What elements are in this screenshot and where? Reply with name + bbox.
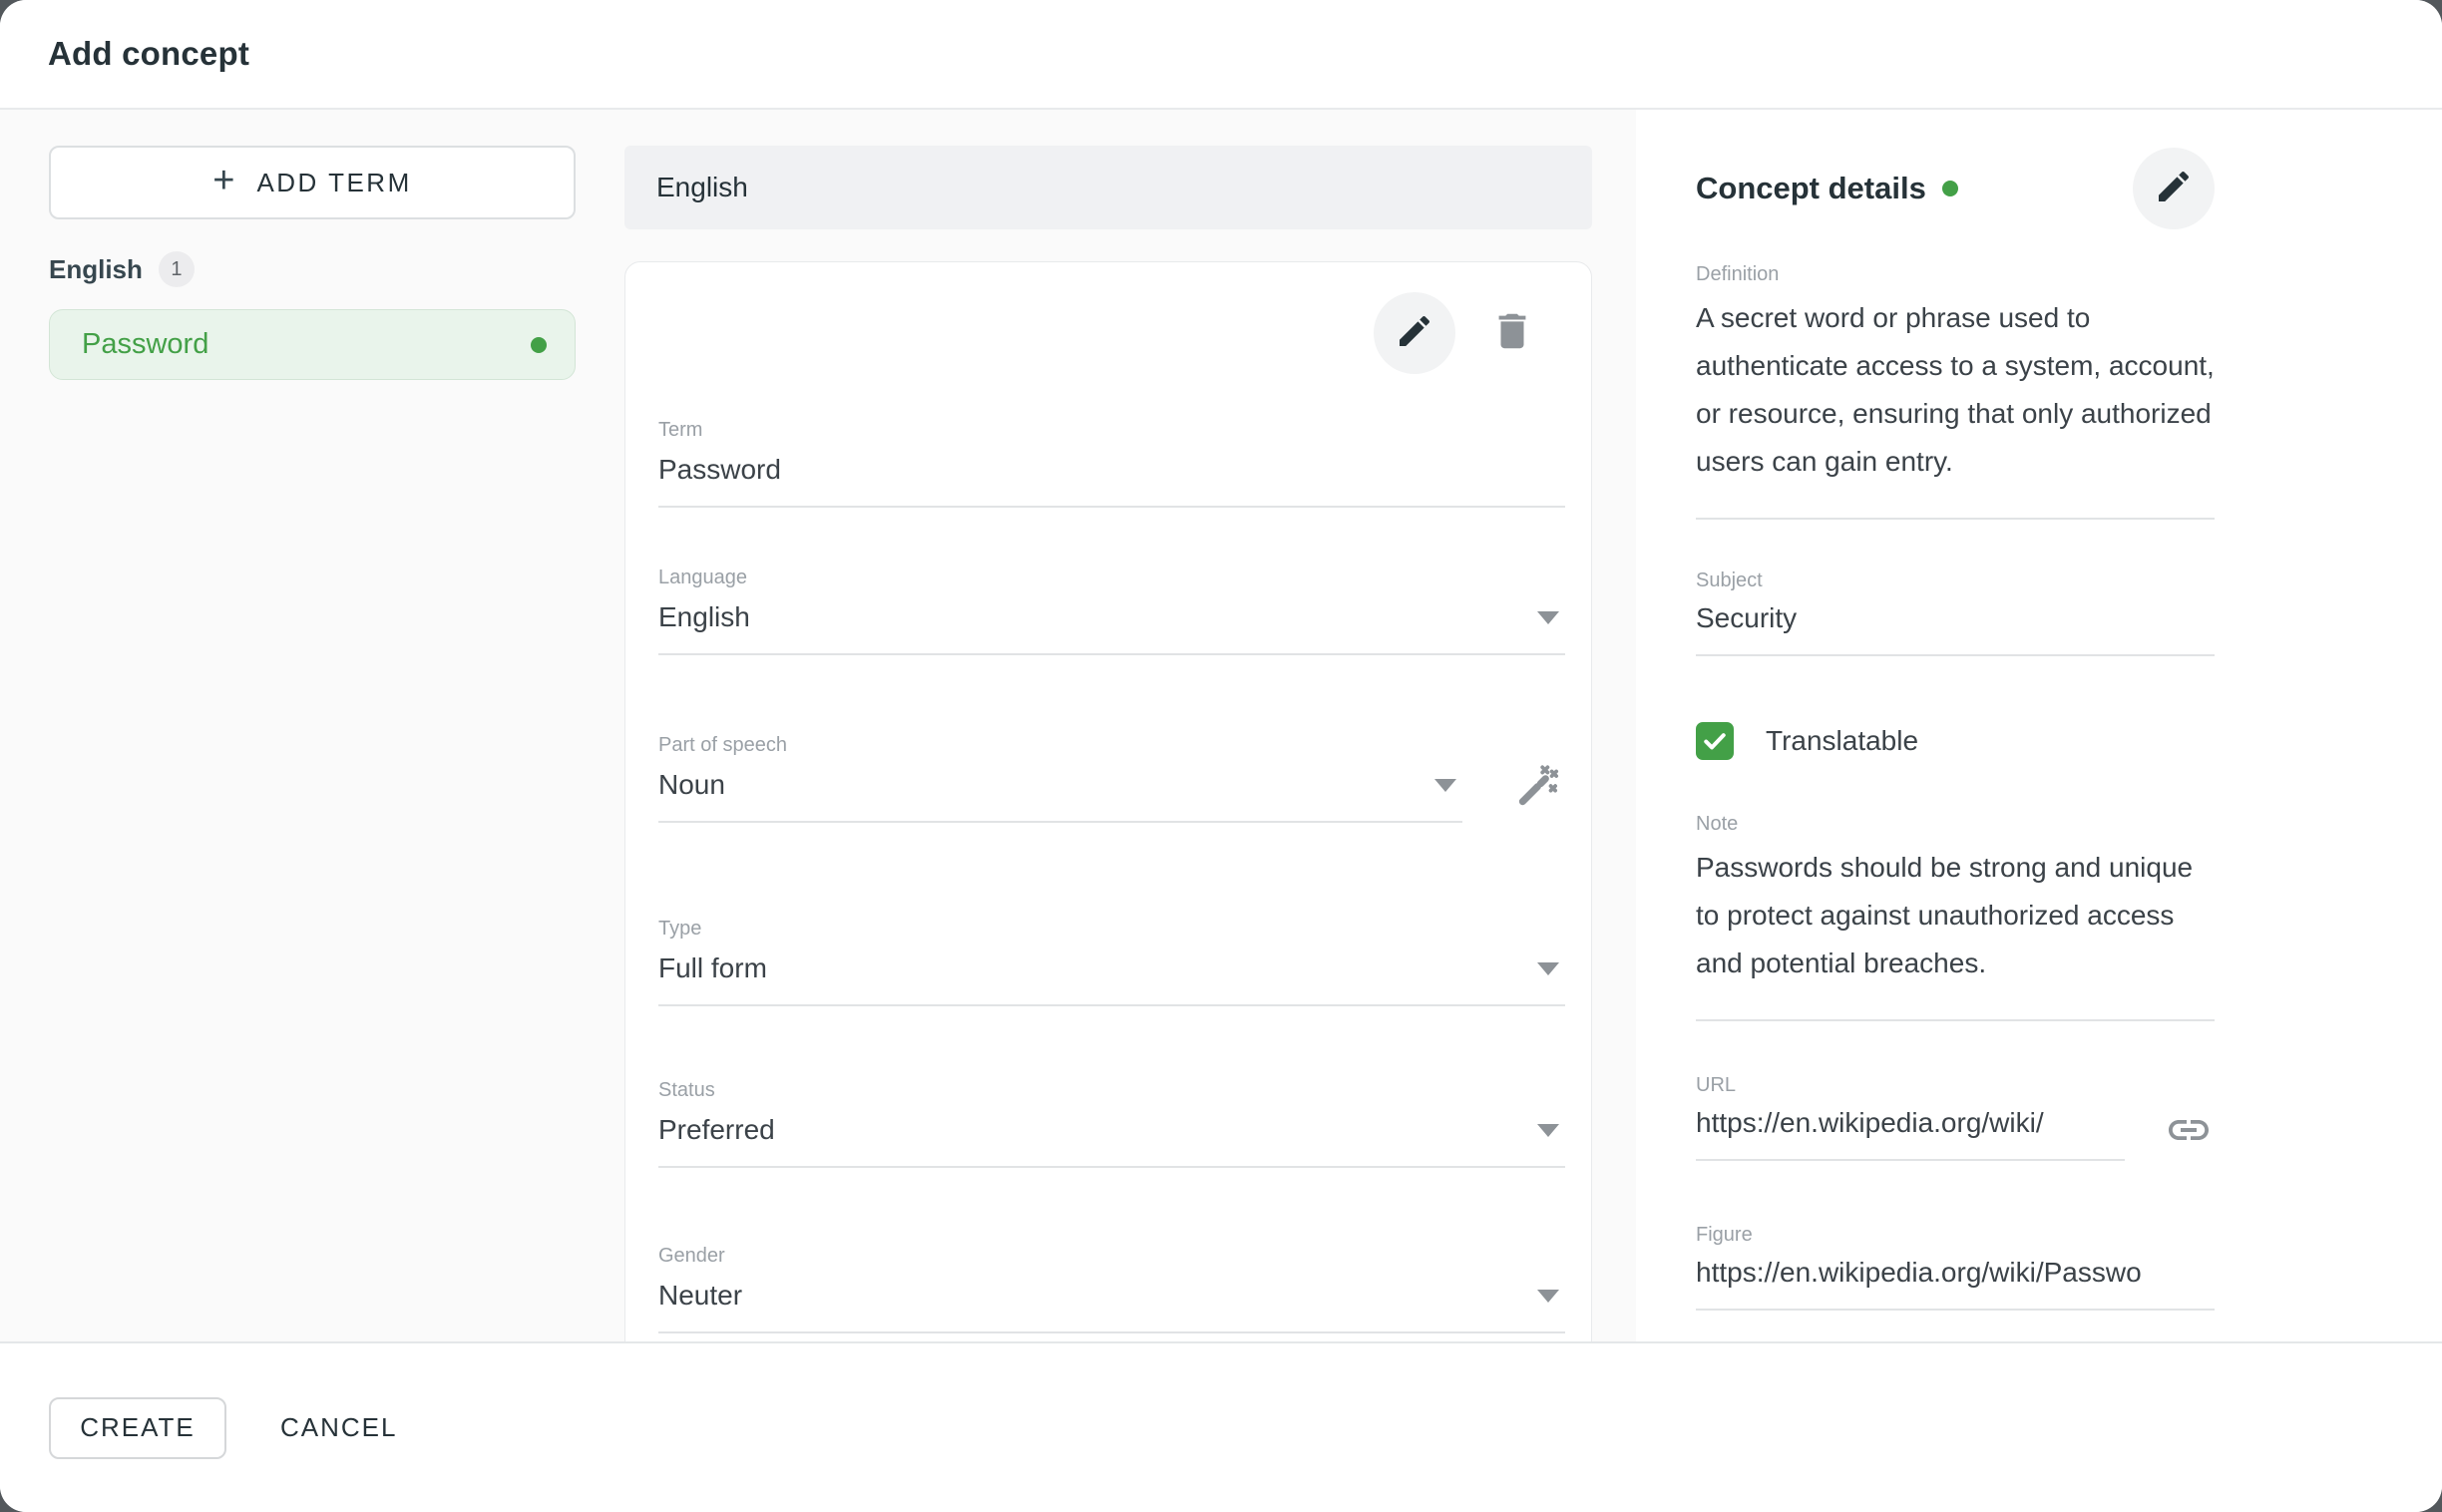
type-select-label: Type xyxy=(658,917,1565,941)
translatable-checkbox[interactable] xyxy=(1696,722,1734,760)
pencil-icon xyxy=(1395,311,1434,356)
concept-details-panel: Concept details Definition A secret word… xyxy=(1636,110,2442,1341)
add-term-button[interactable]: + ADD TERM xyxy=(49,146,576,219)
term-list-item-label: Password xyxy=(82,328,208,361)
status-select-label: Status xyxy=(658,1078,1565,1102)
type-select-value: Full form xyxy=(658,950,767,986)
figure-field[interactable]: Figure https://en.wikipedia.org/wiki/Pas… xyxy=(1696,1223,2215,1311)
language-group-header: English 1 xyxy=(49,251,576,287)
type-select[interactable]: Type Full form xyxy=(658,917,1565,1006)
note-value[interactable]: Passwords should be strong and unique to… xyxy=(1696,844,2215,1001)
definition-field[interactable]: Definition A secret word or phrase used … xyxy=(1696,262,2215,520)
status-select[interactable]: Status Preferred xyxy=(658,1078,1565,1168)
term-language-band: English xyxy=(624,146,1592,229)
term-card-actions xyxy=(658,292,1591,374)
language-select[interactable]: Language English xyxy=(658,566,1565,655)
term-card: Term Password Language English Part of s… xyxy=(624,261,1592,1341)
magic-wand-icon xyxy=(1512,797,1562,814)
dialog-header: Add concept xyxy=(0,0,2442,110)
plus-icon: + xyxy=(212,162,234,199)
chevron-down-icon[interactable] xyxy=(1434,779,1456,792)
translatable-label: Translatable xyxy=(1766,725,1918,757)
delete-term-button[interactable] xyxy=(1489,310,1535,356)
figure-value[interactable]: https://en.wikipedia.org/wiki/Passwo xyxy=(1696,1255,2215,1291)
add-concept-dialog: Add concept + ADD TERM English 1 Passwor… xyxy=(0,0,2442,1512)
check-icon xyxy=(1701,727,1729,755)
dialog-body: + ADD TERM English 1 Password English xyxy=(0,110,2442,1341)
url-row: URL https://en.wikipedia.org/wiki/ xyxy=(1696,1073,2442,1161)
term-list-item[interactable]: Password xyxy=(49,309,576,380)
gender-select[interactable]: Gender Neuter xyxy=(658,1244,1565,1333)
definition-value[interactable]: A secret word or phrase used to authenti… xyxy=(1696,294,2215,500)
pencil-icon xyxy=(2154,167,2194,211)
url-label: URL xyxy=(1696,1073,2125,1097)
auto-fix-button[interactable] xyxy=(1512,760,1562,815)
concept-details-header: Concept details xyxy=(1696,148,2215,229)
url-value[interactable]: https://en.wikipedia.org/wiki/ xyxy=(1696,1105,2125,1141)
create-button[interactable]: CREATE xyxy=(49,1397,226,1459)
concept-details-title: Concept details xyxy=(1696,171,1926,206)
language-group-name: English xyxy=(49,254,143,285)
term-list-panel: + ADD TERM English 1 Password xyxy=(0,110,611,1341)
gender-select-label: Gender xyxy=(658,1244,1565,1268)
chevron-down-icon[interactable] xyxy=(1537,1124,1559,1137)
subject-value[interactable]: Security xyxy=(1696,600,2215,636)
part-of-speech-row: Part of speech Noun xyxy=(658,733,1591,823)
language-select-value: English xyxy=(658,599,750,635)
open-link-button[interactable] xyxy=(2165,1106,2213,1159)
chevron-down-icon[interactable] xyxy=(1537,1290,1559,1303)
part-of-speech-label: Part of speech xyxy=(658,733,1462,757)
gender-select-value: Neuter xyxy=(658,1278,742,1314)
term-field[interactable]: Term Password xyxy=(658,418,1565,508)
page-title: Add concept xyxy=(48,35,249,73)
status-dot-icon xyxy=(1942,181,1958,196)
dialog-footer: CREATE CANCEL xyxy=(0,1341,2442,1512)
part-of-speech-select[interactable]: Part of speech Noun xyxy=(658,733,1462,823)
language-select-label: Language xyxy=(658,566,1565,589)
edit-concept-button[interactable] xyxy=(2133,148,2215,229)
url-field[interactable]: URL https://en.wikipedia.org/wiki/ xyxy=(1696,1073,2125,1161)
term-field-value[interactable]: Password xyxy=(658,452,781,488)
term-field-label: Term xyxy=(658,418,1565,442)
translatable-row: Translatable xyxy=(1696,722,2442,760)
status-select-value: Preferred xyxy=(658,1112,775,1148)
note-label: Note xyxy=(1696,812,2215,836)
term-language-band-label: English xyxy=(656,172,748,203)
subject-field[interactable]: Subject Security xyxy=(1696,568,2215,656)
term-count-badge: 1 xyxy=(159,251,195,287)
definition-label: Definition xyxy=(1696,262,2215,286)
term-editor-panel: English Term xyxy=(611,110,1636,1341)
link-icon xyxy=(2165,1141,2213,1158)
subject-label: Subject xyxy=(1696,568,2215,592)
note-field[interactable]: Note Passwords should be strong and uniq… xyxy=(1696,812,2215,1021)
edit-term-button[interactable] xyxy=(1374,292,1455,374)
figure-label: Figure xyxy=(1696,1223,2215,1247)
status-dot-icon xyxy=(531,337,547,353)
add-term-label: ADD TERM xyxy=(256,168,411,198)
chevron-down-icon[interactable] xyxy=(1537,611,1559,624)
trash-icon xyxy=(1489,308,1535,359)
cancel-button[interactable]: CANCEL xyxy=(262,1397,415,1459)
chevron-down-icon[interactable] xyxy=(1537,962,1559,975)
part-of-speech-value: Noun xyxy=(658,767,725,803)
